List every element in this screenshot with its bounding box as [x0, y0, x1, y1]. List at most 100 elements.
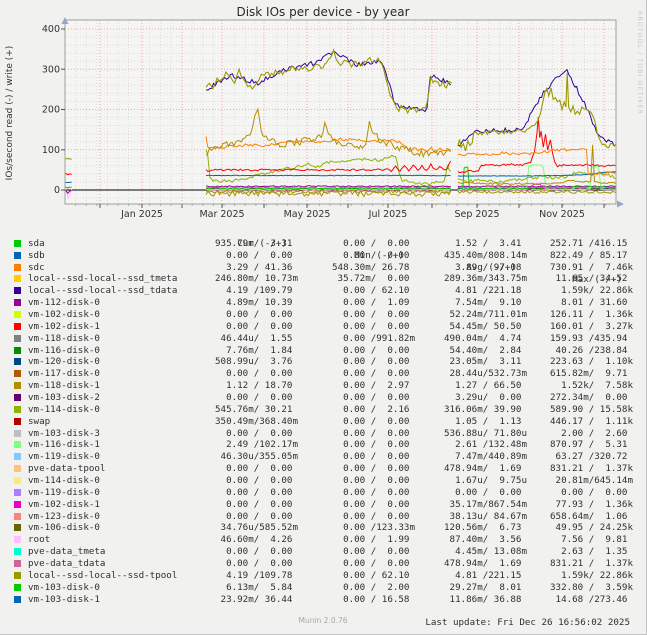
legend-label: vm-102-disk-0 [28, 309, 100, 321]
legend-min: 0.00 / 2.97 [332, 380, 415, 392]
legend-min: 0.00 / 2.16 [332, 403, 415, 415]
legend-swatch [14, 358, 21, 366]
legend-max: 831.21 / 1.37k [550, 463, 633, 475]
legend-row: vm-112-disk-0 4.89m/ 10.39 0.00 / 1.09 7… [0, 297, 646, 309]
legend-min: 0.00 / 0.00 [332, 309, 415, 321]
legend-cur: 46.44u/ 1.55 [215, 332, 298, 344]
legend-label: pve-data_tdata [28, 558, 106, 570]
legend-min: 0.00 /123.33m [332, 522, 415, 534]
legend-label: local--ssd-local--ssd_tdata [28, 285, 178, 297]
legend-cur: 7.76m/ 1.84 [215, 344, 298, 356]
legend-swatch [14, 334, 21, 342]
legend-cur: 23.92m/ 36.44 [215, 593, 298, 605]
legend-label: vm-106-disk-0 [28, 522, 100, 534]
legend-header-row: Cur (-/+) Min (-/+) Avg (-/+) Max (-/+) [0, 226, 646, 285]
legend-cur: 1.12 / 18.70 [215, 380, 298, 392]
legend-max: 40.26 /238.84 [550, 344, 633, 356]
legend-avg: 4.45m/ 13.08m [444, 546, 527, 558]
legend-max: 49.95 / 24.25k [550, 522, 633, 534]
legend-swatch [14, 346, 21, 354]
legend-min: 0.00 / 1.09 [332, 297, 415, 309]
legend-avg: 120.56m/ 6.73 [444, 522, 527, 534]
legend-row: vm-118-disk-1 1.12 / 18.70 0.00 / 2.97 1… [0, 380, 646, 392]
legend-avg: 536.88u/ 71.80u [444, 427, 527, 439]
legend-max: 8.01 / 31.60 [550, 297, 633, 309]
legend-max: 272.34m/ 0.00 [550, 392, 633, 404]
legend-label: vm-118-disk-0 [28, 332, 100, 344]
legend-max: 159.93 /435.94 [550, 332, 633, 344]
legend-cur: 0.00 / 0.00 [215, 249, 298, 261]
legend-swatch [14, 453, 21, 461]
legend-row: local--ssd-local--ssd-tpool 4.19 /109.78… [0, 569, 646, 582]
legend-cur: 0.00 / 0.00 [215, 498, 298, 510]
legend-avg: 7.47m/440.89m [444, 451, 527, 463]
legend-max: 730.91 / 7.46k [550, 261, 633, 273]
legend-min: 35.72m/ 0.00 [332, 273, 415, 285]
legend-row: vm-117-disk-0 0.00 / 0.00 0.00 / 0.00 28… [0, 368, 646, 380]
legend-cur: 0.00 / 0.00 [215, 475, 298, 487]
legend-swatch [14, 405, 21, 413]
svg-text:0: 0 [54, 185, 60, 196]
legend-cur: 6.13m/ 5.84 [215, 581, 298, 593]
legend-min: 0.00 / 0.00 [332, 439, 415, 451]
legend-max: 126.11 / 1.36k [550, 309, 633, 321]
legend-min: 0.00 / 0.00 [332, 486, 415, 498]
legend-avg: 3.29u/ 0.00 [444, 392, 527, 404]
legend-swatch [14, 382, 21, 390]
x-axis-arrow-icon [617, 200, 624, 208]
legend-swatch [14, 429, 21, 437]
legend-row: vm-114-disk-0 545.76m/ 30.21 0.00 / 2.16 … [0, 403, 646, 416]
legend-cur: 508.99u/ 3.76 [215, 356, 298, 368]
legend-max: 160.01 / 3.27k [550, 320, 633, 332]
legend-row: sdb 0.00 / 0.00 0.00 / 0.00 435.40m/808.… [0, 249, 646, 262]
legend-min: 548.30m/ 26.78 [332, 261, 415, 273]
legend-min: 0.00 / 0.00 [332, 463, 415, 475]
legend-swatch [14, 560, 21, 568]
legend-cur: 0.00 / 0.00 [215, 510, 298, 522]
legend-max: 870.97 / 5.31 [550, 439, 633, 451]
legend-avg: 4.81 /221.15 [444, 569, 527, 581]
svg-text:200: 200 [42, 105, 60, 116]
legend-swatch [14, 536, 21, 544]
legend-avg: 1.05 / 1.13 [444, 415, 527, 427]
legend-avg: 4.81 /221.18 [444, 285, 527, 297]
legend-min: 0.00 / 0.00 [332, 344, 415, 356]
legend-label: pve-data-tpool [28, 463, 106, 475]
legend-swatch [14, 263, 21, 271]
legend-avg: 23.05m/ 3.11 [444, 356, 527, 368]
legend-min: 0.00 / 62.10 [332, 285, 415, 297]
legend-cur: 0.00 / 0.00 [215, 392, 298, 404]
legend-avg: 28.44u/532.73m [444, 368, 527, 380]
legend-cur: 46.60m/ 4.26 [215, 534, 298, 546]
legend-swatch [14, 251, 21, 259]
legend-label: sdb [28, 249, 45, 261]
legend-min: 0.00 / 0.00 [332, 451, 415, 463]
legend-row: pve-data-tpool 0.00 / 0.00 0.00 / 0.00 4… [0, 463, 646, 475]
legend-min: 0.00 / 0.00 [332, 320, 415, 332]
legend-min: 0.00 / 1.99 [332, 534, 415, 546]
legend-max: 332.80 / 3.59k [550, 581, 633, 593]
legend-avg: 0.00 / 0.00 [444, 486, 527, 498]
legend-row: vm-119-disk-0 0.00 / 0.00 0.00 / 0.00 0.… [0, 486, 646, 499]
chart-svg: 0 100 200 300 400 Jan 2025 Mar 2025 May 2025 Jul… [42, 17, 624, 220]
legend-label: vm-103-disk-1 [28, 593, 100, 605]
legend-avg: 54.40m/ 2.84 [444, 344, 527, 356]
legend-avg: 490.04m/ 4.74 [444, 332, 527, 344]
legend-max: 252.71 /416.15 [550, 237, 633, 249]
legend-swatch [14, 239, 21, 247]
legend-label: vm-117-disk-0 [28, 368, 100, 380]
legend-cur: 46.30u/355.05m [215, 451, 298, 463]
legend-row: vm-119-disk-0 46.30u/355.05m 0.00 / 0.00… [0, 451, 646, 463]
legend-min: 0.00 / 2.00 [332, 581, 415, 593]
legend-avg: 316.06m/ 39.90 [444, 403, 527, 415]
legend-avg: 478.94m/ 1.69 [444, 463, 527, 475]
legend-row: vm-114-disk-0 0.00 / 0.00 0.00 / 0.00 1.… [0, 475, 646, 487]
legend-cur: 350.49m/368.40m [215, 415, 298, 427]
legend-row: vm-116-disk-0 7.76m/ 1.84 0.00 / 0.00 54… [0, 344, 646, 357]
legend-label: vm-119-disk-0 [28, 451, 100, 463]
legend-swatch [14, 524, 21, 532]
legend-row: local--ssd-local--ssd_tdata 4.19 /109.79… [0, 285, 646, 297]
legend-swatch [14, 417, 21, 425]
legend-label: vm-116-disk-0 [28, 344, 100, 356]
legend-min: 0.00 / 0.00 [332, 475, 415, 487]
